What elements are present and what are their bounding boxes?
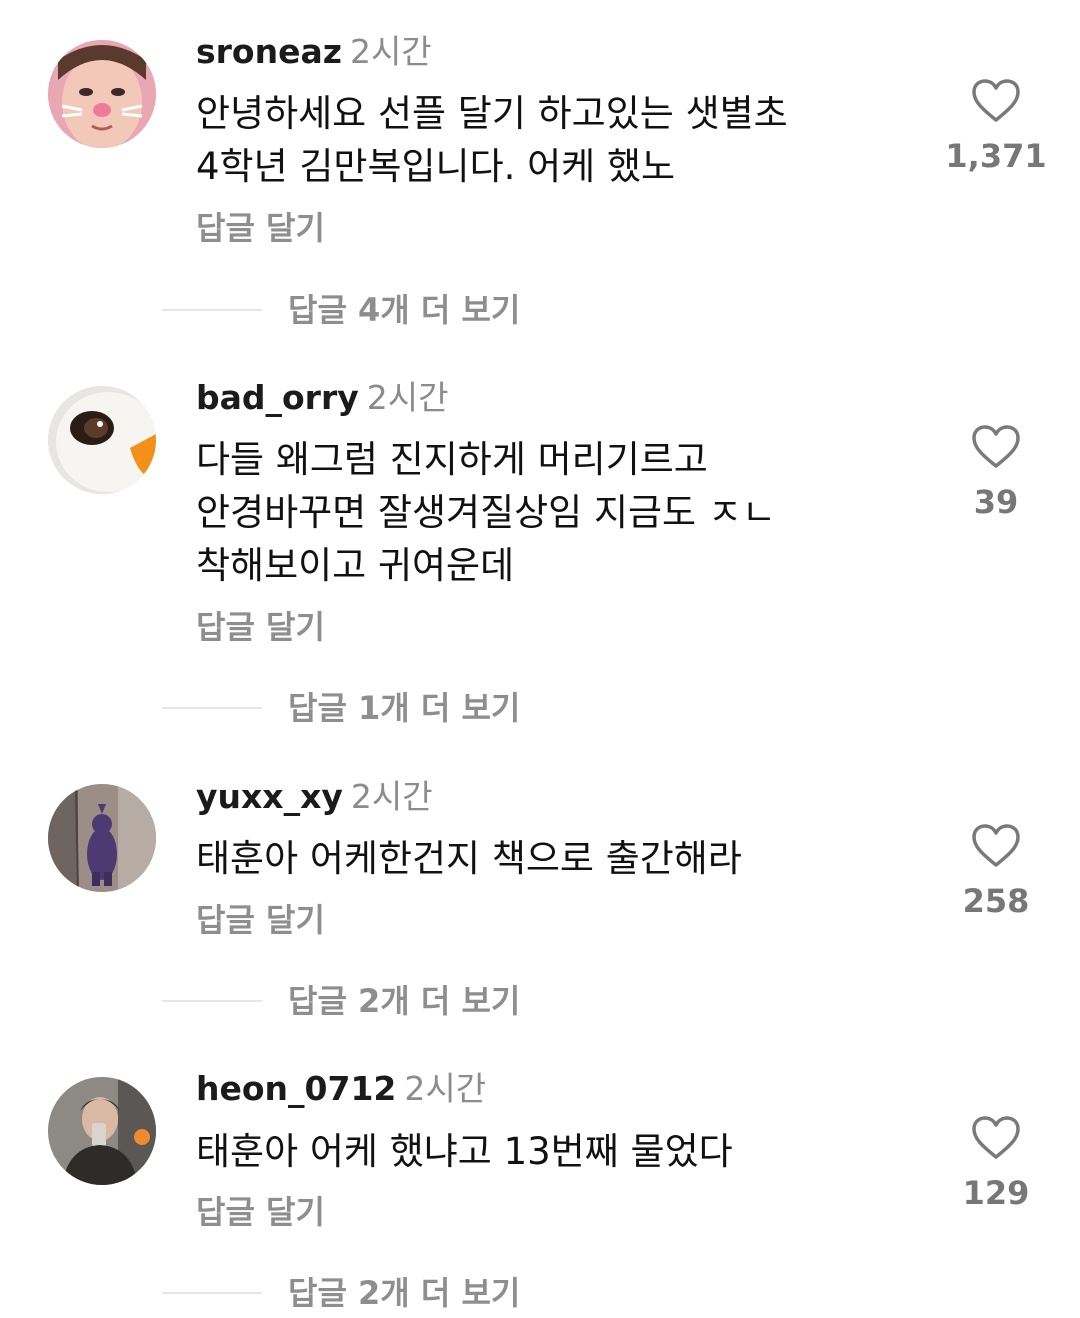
purple-teletubby-avatar-icon: [48, 784, 156, 892]
view-more-replies-label[interactable]: 답글 2개 더 보기: [288, 1273, 520, 1313]
reply-button[interactable]: 답글 달기: [196, 1192, 325, 1232]
comment-text: 태훈아 어케한건지 책으로 출간해라: [196, 837, 742, 880]
white-duck-avatar-icon: [48, 386, 156, 494]
username[interactable]: bad_orry: [196, 378, 359, 417]
username[interactable]: sroneaz: [196, 32, 342, 71]
username[interactable]: yuxx_xy: [196, 777, 343, 816]
divider-line: [162, 1292, 262, 1294]
like-count: 1,371: [945, 137, 1047, 175]
reply-button[interactable]: 답글 달기: [196, 900, 325, 940]
like-count: 39: [973, 483, 1019, 521]
reply-button[interactable]: 답글 달기: [196, 208, 325, 248]
like-control: 258: [940, 823, 1052, 921]
view-more-replies-label[interactable]: 답글 1개 더 보기: [288, 688, 520, 728]
divider-line: [162, 309, 262, 311]
view-more-replies[interactable]: 답글 4개 더 보기: [162, 290, 762, 330]
heart-icon[interactable]: [971, 823, 1021, 869]
heart-icon[interactable]: [971, 1115, 1021, 1161]
heart-icon[interactable]: [971, 78, 1021, 124]
view-more-replies[interactable]: 답글 1개 더 보기: [162, 688, 762, 728]
comment-text: 다들 왜그럼 진지하게 머리기르고 안경바꾸면 잘생겨질상임 지금도 ㅈㄴ 착해…: [196, 438, 776, 587]
avatar[interactable]: [48, 784, 156, 892]
view-more-replies[interactable]: 답글 2개 더 보기: [162, 981, 762, 1021]
comment-text: 안녕하세요 선플 달기 하고있는 샛별초 4학년 김만복입니다. 어케 했노: [196, 92, 788, 188]
timestamp: 2시간: [349, 32, 432, 71]
like-control: 39: [940, 424, 1052, 522]
timestamp: 2시간: [404, 1069, 487, 1108]
view-more-replies[interactable]: 답글 2개 더 보기: [162, 1273, 762, 1313]
username[interactable]: heon_0712: [196, 1069, 396, 1108]
mirror-selfie-avatar-icon: [48, 1077, 156, 1185]
avatar[interactable]: [48, 40, 156, 148]
comment-text: 태훈아 어케 했냐고 13번째 물었다: [196, 1130, 733, 1173]
like-count: 258: [962, 882, 1030, 920]
timestamp: 2시간: [350, 777, 433, 816]
child-face-avatar-icon: [48, 40, 156, 148]
divider-line: [162, 1000, 262, 1002]
avatar[interactable]: [48, 1077, 156, 1185]
avatar[interactable]: [48, 386, 156, 494]
view-more-replies-label[interactable]: 답글 2개 더 보기: [288, 981, 520, 1021]
like-control: 1,371: [940, 78, 1052, 176]
timestamp: 2시간: [366, 378, 449, 417]
heart-icon[interactable]: [971, 424, 1021, 470]
divider-line: [162, 707, 262, 709]
like-count: 129: [962, 1174, 1030, 1212]
like-control: 129: [940, 1115, 1052, 1213]
reply-button[interactable]: 답글 달기: [196, 607, 325, 647]
view-more-replies-label[interactable]: 답글 4개 더 보기: [288, 290, 520, 330]
